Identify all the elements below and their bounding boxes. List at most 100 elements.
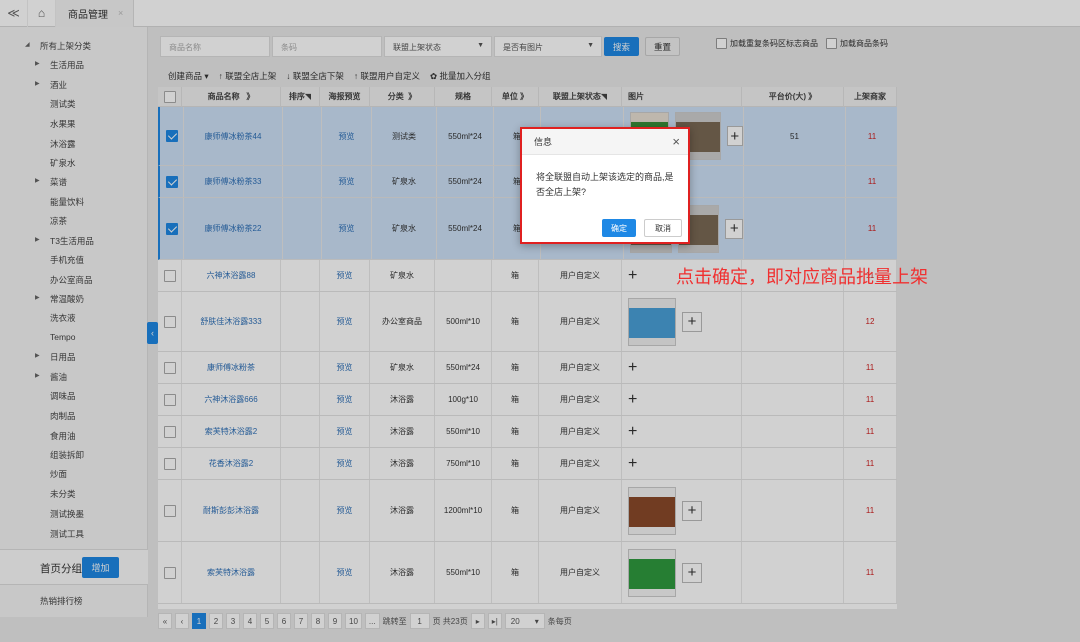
sidebar-item[interactable]: 肉制品 xyxy=(50,410,76,422)
product-name-link[interactable]: 花香沐浴露2 xyxy=(182,448,281,479)
sidebar-item[interactable]: ◢ 所有上架分类 xyxy=(25,40,91,52)
close-icon[interactable]: × xyxy=(672,134,680,149)
table-row[interactable]: 舒肤佳沐浴露333 预览 办公室商品 500ml*10 箱用户自定义 +12 xyxy=(158,292,897,352)
page-button[interactable]: 6 xyxy=(277,613,291,629)
sidebar-item[interactable]: ▶ 菜谱 xyxy=(35,176,67,188)
alliance-all-down-button[interactable]: ↓ 联盟全店下架 xyxy=(286,70,344,82)
expand-arrow-icon[interactable]: ▶ xyxy=(35,60,40,67)
preview-link[interactable]: 预览 xyxy=(320,416,370,447)
expand-arrow-icon[interactable]: ▶ xyxy=(35,177,40,184)
preview-link[interactable]: 预览 xyxy=(322,198,372,259)
status-select[interactable]: 联盟上架状态 ▼ xyxy=(384,36,492,57)
product-name-link[interactable]: 康师傅冰粉茶44 xyxy=(184,107,283,165)
add-image-icon[interactable]: + xyxy=(682,562,702,583)
reset-button[interactable]: 重置 xyxy=(645,37,680,56)
add-image-icon[interactable]: + xyxy=(726,126,743,146)
sidebar-item[interactable]: 组装拆卸 xyxy=(50,449,84,461)
sidebar-item[interactable]: 凉茶 xyxy=(50,215,67,227)
add-image-icon[interactable]: + xyxy=(725,218,744,239)
row-checkbox[interactable] xyxy=(163,566,176,579)
row-checkbox[interactable] xyxy=(165,130,178,142)
sidebar-item[interactable]: 测试工具 xyxy=(50,528,84,540)
back-icon[interactable]: ≪ xyxy=(0,0,28,27)
product-name-link[interactable]: 耐斯彭彭沐浴露 xyxy=(182,480,281,541)
product-name-link[interactable]: 康师傅冰粉茶33 xyxy=(184,166,283,197)
add-image-icon[interactable]: + xyxy=(628,267,637,285)
sidebar-item[interactable]: 调味品 xyxy=(50,390,76,402)
page-size-select[interactable]: 20 ▾ xyxy=(504,613,545,629)
page-button[interactable]: 7 xyxy=(294,613,308,629)
preview-link[interactable]: 预览 xyxy=(320,384,370,415)
header-unit[interactable]: 单位 》 xyxy=(492,87,539,107)
page-button[interactable]: 3 xyxy=(226,613,240,629)
header-sort[interactable]: 排序◥ xyxy=(281,87,320,107)
product-name-link[interactable]: 康师傅冰粉茶22 xyxy=(184,198,283,259)
last-page-button[interactable]: ▸| xyxy=(487,613,502,629)
sidebar-item[interactable]: ▶ 酒业 xyxy=(35,79,67,91)
tab-product-management[interactable]: 商品管理 × xyxy=(56,0,135,27)
barcode-checkbox[interactable]: 加载商品条码 xyxy=(826,38,888,49)
row-checkbox[interactable] xyxy=(163,504,176,517)
row-checkbox[interactable] xyxy=(163,393,176,406)
row-checkbox-cell[interactable] xyxy=(158,542,182,603)
sidebar-item[interactable]: 食用油 xyxy=(50,430,76,442)
sidebar-item[interactable]: 水果果 xyxy=(50,118,76,130)
sidebar-item[interactable]: 测试换墨 xyxy=(50,508,84,520)
row-checkbox-cell[interactable] xyxy=(158,260,182,291)
first-page-button[interactable]: « xyxy=(158,613,172,629)
sidebar-item[interactable]: 测试类 xyxy=(50,98,76,110)
product-name-link[interactable]: 索芙特沐浴露2 xyxy=(182,416,281,447)
preview-link[interactable]: 预览 xyxy=(320,480,370,541)
product-image[interactable] xyxy=(628,297,676,346)
header-status[interactable]: 联盟上架状态◥ xyxy=(539,87,622,107)
row-checkbox-cell[interactable] xyxy=(158,292,182,351)
table-row[interactable]: 花香沐浴露2 预览 沐浴露 750ml*10 箱用户自定义 +11 xyxy=(158,448,897,480)
barcode-input[interactable]: 条码 xyxy=(272,36,382,57)
add-image-icon[interactable]: + xyxy=(628,455,637,473)
close-icon[interactable]: × xyxy=(118,8,123,18)
row-checkbox-cell[interactable] xyxy=(160,198,184,259)
next-page-button[interactable]: ▸ xyxy=(470,613,485,629)
expand-arrow-icon[interactable]: ▶ xyxy=(35,352,40,359)
goto-page-input[interactable]: 1 xyxy=(409,613,430,629)
search-button[interactable]: 搜索 xyxy=(604,37,639,56)
row-checkbox[interactable] xyxy=(163,361,176,374)
preview-link[interactable]: 预览 xyxy=(322,166,372,197)
dup-barcode-checkbox[interactable]: 加载重复条码区标志商品 xyxy=(716,38,818,49)
sidebar-item[interactable]: 未分类 xyxy=(50,488,76,500)
add-image-icon[interactable]: + xyxy=(628,359,637,377)
page-button[interactable]: 8 xyxy=(311,613,325,629)
preview-link[interactable]: 预览 xyxy=(322,107,372,165)
page-button[interactable]: 10 xyxy=(345,613,362,629)
table-row[interactable]: 索芙特沐浴露 预览 沐浴露 550ml*10 箱用户自定义 +11 xyxy=(158,542,897,604)
create-product-button[interactable]: 创建商品 ▾ xyxy=(168,70,209,82)
sidebar-item[interactable]: Tempo xyxy=(50,332,76,342)
sidebar-item[interactable]: ▶ 日用品 xyxy=(35,351,76,363)
row-checkbox-cell[interactable] xyxy=(158,384,182,415)
preview-link[interactable]: 预览 xyxy=(320,352,370,383)
alliance-custom-up-button[interactable]: ↑ 联盟用户自定义 xyxy=(354,70,420,82)
expand-arrow-icon[interactable]: ▶ xyxy=(35,80,40,87)
row-checkbox[interactable] xyxy=(165,175,178,188)
image-select[interactable]: 是否有图片 ▼ xyxy=(494,36,602,57)
preview-link[interactable]: 预览 xyxy=(320,260,370,291)
sidebar-item[interactable]: 矿泉水 xyxy=(50,157,76,169)
table-row[interactable]: 康师傅冰粉茶 预览 矿泉水 550ml*24 箱用户自定义 +11 xyxy=(158,352,897,384)
product-image[interactable] xyxy=(628,548,676,597)
header-name[interactable]: 商品名称 》 xyxy=(182,87,281,107)
prev-page-button[interactable]: ‹ xyxy=(175,613,189,629)
product-name-link[interactable]: 舒肤佳沐浴露333 xyxy=(182,292,281,351)
sidebar-item[interactable]: 手机充值 xyxy=(50,254,84,266)
sidebar-item[interactable]: ▶ 常温酸奶 xyxy=(35,293,84,305)
row-checkbox-cell[interactable] xyxy=(158,480,182,541)
product-image[interactable] xyxy=(628,486,676,535)
product-name-input[interactable]: 商品名称 xyxy=(160,36,270,57)
add-image-icon[interactable]: + xyxy=(682,311,702,332)
row-checkbox-cell[interactable] xyxy=(158,416,182,447)
product-name-link[interactable]: 索芙特沐浴露 xyxy=(182,542,281,603)
product-name-link[interactable]: 六神沐浴露88 xyxy=(182,260,281,291)
row-checkbox-cell[interactable] xyxy=(158,448,182,479)
page-button[interactable]: 2 xyxy=(209,613,223,629)
hot-rank-link[interactable]: 热销排行榜 xyxy=(40,595,83,607)
sidebar-item[interactable]: 沐浴露 xyxy=(50,138,76,150)
